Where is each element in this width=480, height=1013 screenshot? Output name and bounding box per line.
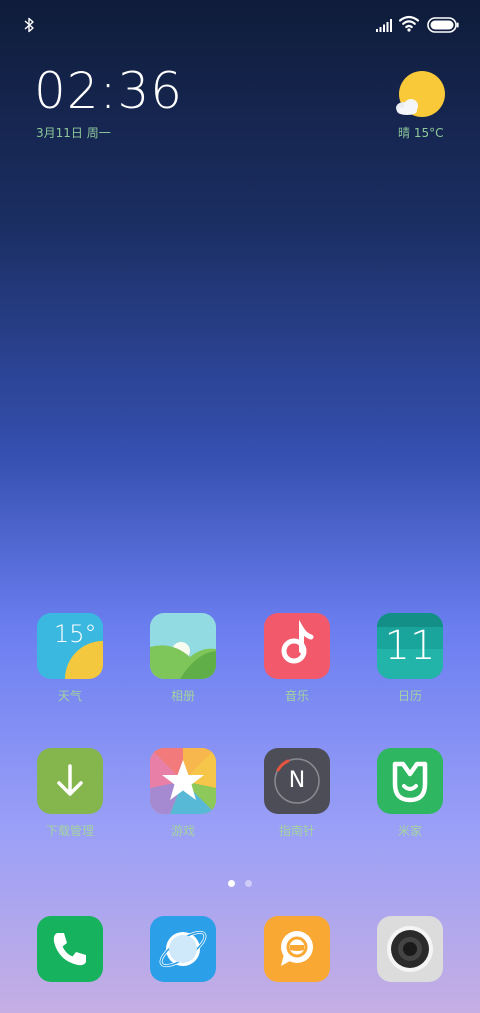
- clock-time[interactable]: 02:36: [34, 62, 183, 120]
- gallery-icon: [150, 613, 216, 679]
- weather-summary[interactable]: 晴 15°C: [398, 124, 444, 141]
- dock-browser[interactable]: [135, 916, 231, 982]
- camera-icon: [377, 916, 443, 982]
- weather-temperature: 15°C: [413, 126, 444, 140]
- battery-icon: [427, 17, 459, 33]
- music-icon: [264, 613, 330, 679]
- compass-north-letter: N: [288, 768, 306, 793]
- messaging-icon: [264, 916, 330, 982]
- dock-messaging[interactable]: [249, 916, 345, 982]
- app-label: 天气: [57, 689, 82, 703]
- app-label: 米家: [397, 824, 422, 838]
- weather-tile-temp: 15°: [54, 620, 97, 648]
- page-dot-current[interactable]: [228, 880, 235, 887]
- app-games[interactable]: 游戏: [135, 748, 231, 839]
- app-label: 指南针: [278, 824, 315, 838]
- app-calendar[interactable]: 11 日历: [362, 613, 458, 704]
- mijia-icon: [377, 748, 443, 814]
- weather-app-icon: 15°: [37, 613, 103, 679]
- wifi-icon: [399, 15, 419, 32]
- app-compass[interactable]: N 指南针: [249, 748, 345, 839]
- download-icon: [37, 748, 103, 814]
- browser-icon: [150, 916, 216, 982]
- app-label: 音乐: [284, 689, 309, 703]
- app-label: 游戏: [170, 824, 195, 838]
- app-label: 日历: [397, 689, 422, 703]
- calendar-day-number: 11: [384, 623, 436, 669]
- partly-sunny-icon[interactable]: [394, 70, 446, 120]
- dock-camera[interactable]: [362, 916, 458, 982]
- app-weather[interactable]: 15° 天气: [22, 613, 118, 704]
- compass-icon: N: [264, 748, 330, 814]
- phone-icon: [37, 916, 103, 982]
- cellular-signal-icon: [376, 19, 392, 32]
- app-mijia[interactable]: 米家: [362, 748, 458, 839]
- dock-phone[interactable]: [22, 916, 118, 982]
- weather-condition: 晴: [398, 126, 411, 140]
- app-label: 下载管理: [45, 824, 94, 838]
- app-label: 相册: [170, 689, 195, 703]
- app-download-manager[interactable]: 下载管理: [22, 748, 118, 839]
- app-music[interactable]: 音乐: [249, 613, 345, 704]
- page-dot[interactable]: [245, 880, 252, 887]
- clock-date[interactable]: 3月11日 周一: [36, 124, 111, 141]
- status-bar: [0, 0, 480, 48]
- app-gallery[interactable]: 相册: [135, 613, 231, 704]
- page-indicator[interactable]: [0, 872, 480, 887]
- calendar-icon: 11: [377, 613, 443, 679]
- bluetooth-icon: [24, 17, 34, 33]
- game-star-icon: [150, 748, 216, 814]
